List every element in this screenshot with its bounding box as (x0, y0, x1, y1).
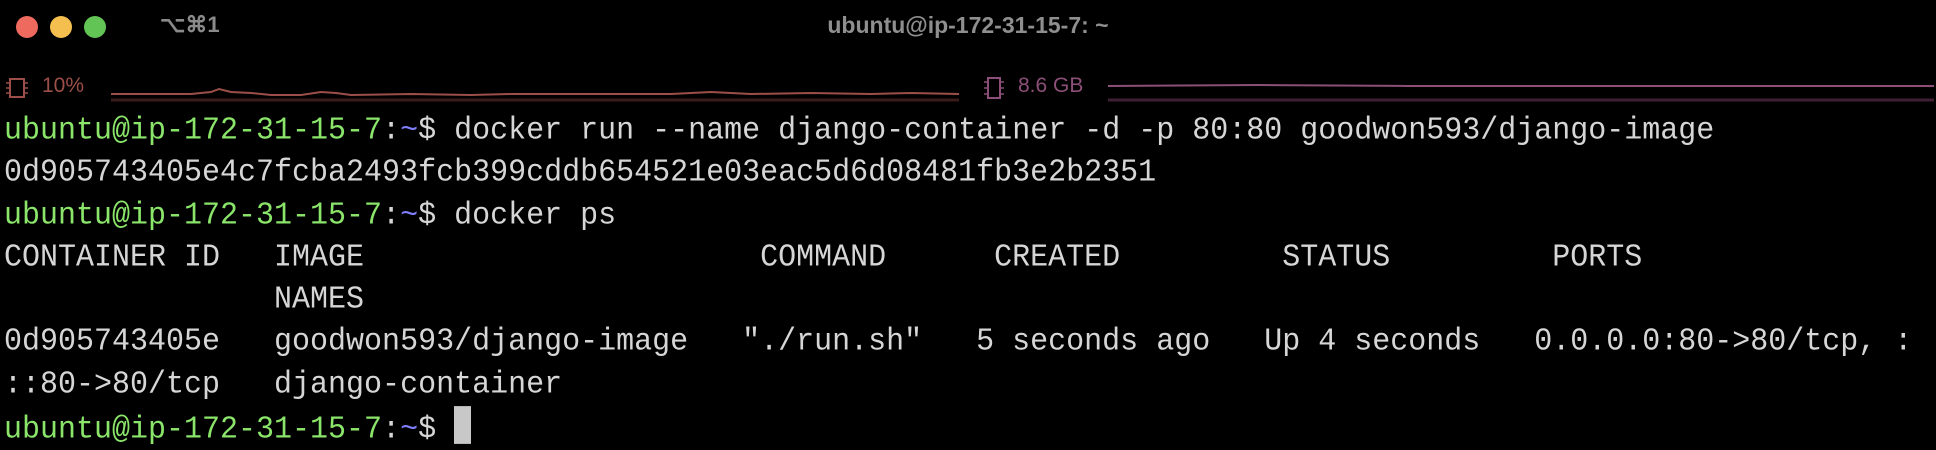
table-header-wrap: NAMES (4, 282, 365, 319)
terminal-output[interactable]: ubuntu@ip-172-31-15-7:~$ docker run --na… (4, 110, 1912, 448)
output-line: 0d905743405e4c7fcba2493fcb399cddb654521e… (4, 155, 1157, 192)
prompt-symbol: $ (418, 113, 455, 149)
cpu-usage-label: 10% (42, 74, 85, 97)
prompt-user-host: ubuntu@ip-172-31-15-7 (4, 113, 383, 149)
command-line: ubuntu@ip-172-31-15-7:~$ docker ps (4, 195, 1912, 237)
prompt-path: ~ (400, 113, 419, 149)
window-title: ubuntu@ip-172-31-15-7: ~ (827, 12, 1109, 38)
command-line: ubuntu@ip-172-31-15-7:~$ docker run --na… (4, 110, 1912, 152)
status-bar: 10% 8.6 GB (0, 70, 1936, 104)
text-cursor (454, 406, 472, 444)
command-text: docker ps (454, 197, 617, 234)
title-bar: ⌥⌘1 ubuntu@ip-172-31-15-7: ~ (0, 0, 1936, 54)
prompt-user-host: ubuntu@ip-172-31-15-7 (4, 197, 383, 234)
prompt-path: ~ (400, 197, 419, 234)
memory-usage-label: 8.6 GB (1018, 74, 1084, 97)
prompt-path: ~ (400, 412, 419, 449)
table-row: 0d905743405e goodwon593/django-image "./… (4, 324, 1913, 361)
cpu-sparkline (111, 87, 959, 102)
cpu-chip-icon (6, 78, 28, 98)
prompt-sep: : (382, 197, 401, 234)
prompt-symbol: $ (418, 197, 455, 234)
prompt-sep: : (382, 412, 401, 449)
memory-sparkline (1108, 83, 1934, 102)
command-text: docker run --name django-container -d -p… (454, 113, 1715, 149)
prompt-sep: : (382, 113, 401, 149)
prompt-user-host: ubuntu@ip-172-31-15-7 (4, 412, 383, 449)
command-line: ubuntu@ip-172-31-15-7:~$ (4, 406, 1912, 448)
memory-icon (984, 77, 1004, 99)
table-header: CONTAINER ID IMAGE COMMAND CREATED STATU… (4, 240, 1643, 276)
table-row-wrap: ::80->80/tcp django-container (4, 367, 563, 403)
prompt-symbol: $ (418, 412, 455, 449)
